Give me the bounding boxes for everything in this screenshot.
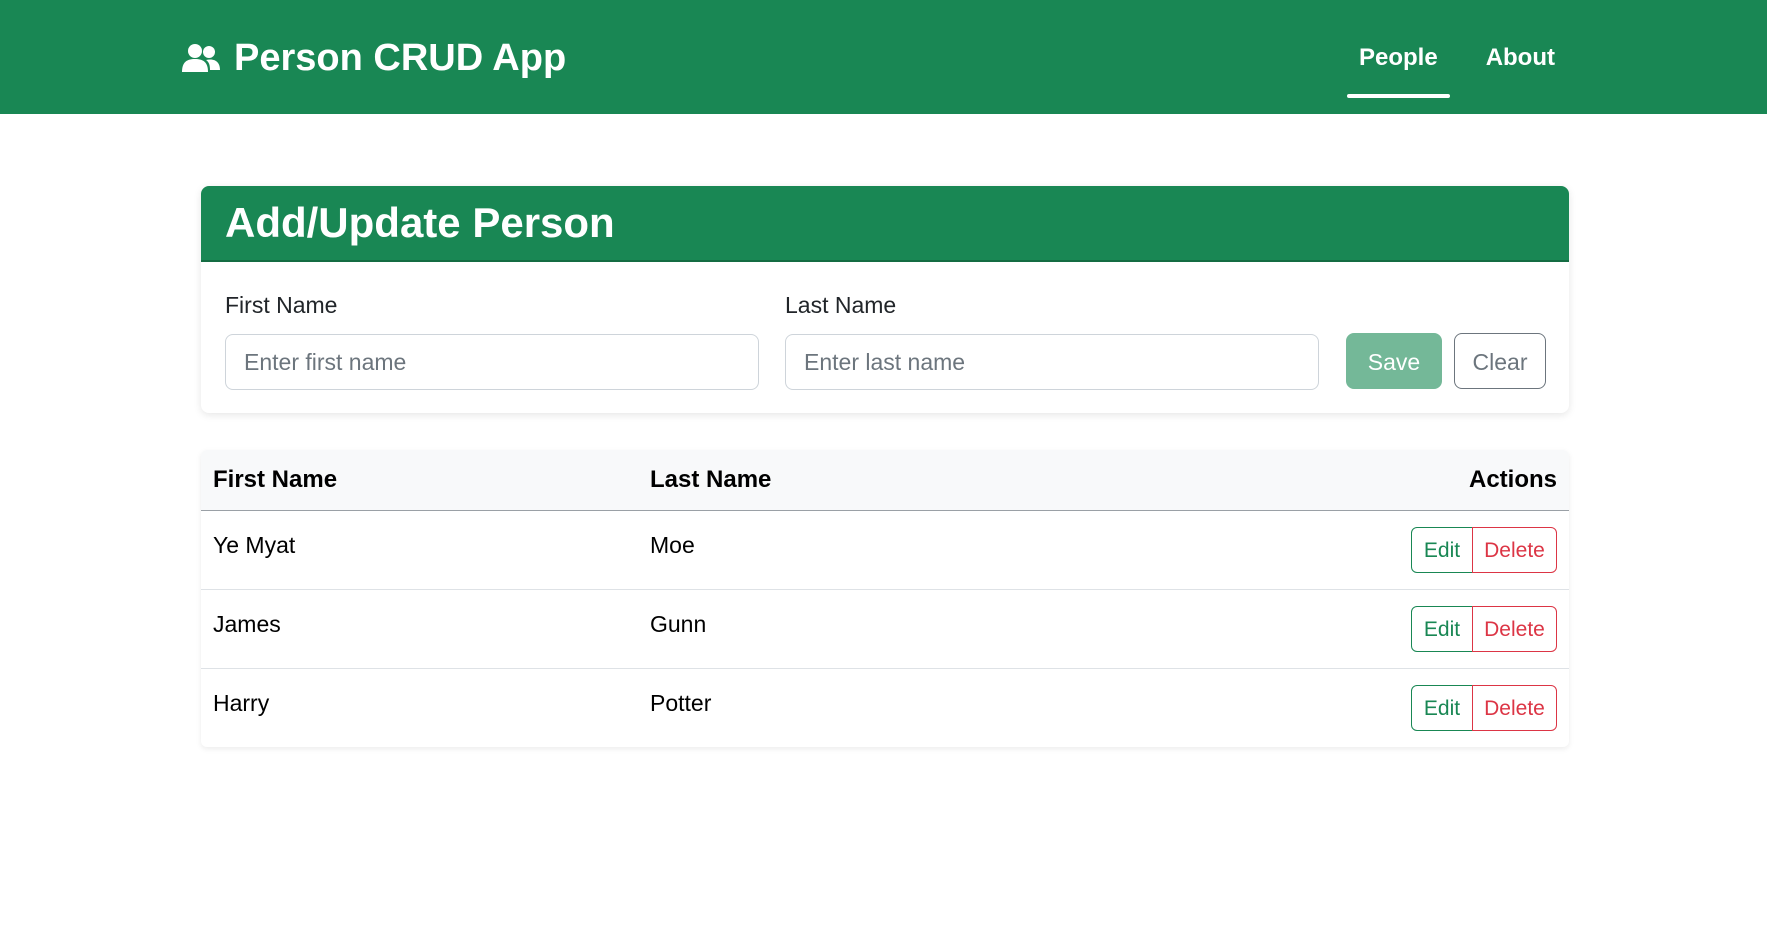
cell-first-name: James xyxy=(201,589,638,669)
nav-links: People About xyxy=(1323,38,1567,98)
navbar: Person CRUD App People About xyxy=(0,0,1767,114)
cell-first-name: Harry xyxy=(213,690,270,716)
header-first-name: First Name xyxy=(201,450,638,511)
nav-item-people[interactable]: People xyxy=(1346,38,1450,98)
last-name-field: Last Name xyxy=(785,290,1319,390)
people-table: First Name Last Name Actions Ye Myat Moe… xyxy=(201,450,1569,747)
brand[interactable]: Person CRUD App xyxy=(182,34,566,82)
header-last-name: Last Name xyxy=(638,450,1068,511)
table-row: Harry Potter Edit Delete xyxy=(201,668,1569,747)
nav-item-about[interactable]: About xyxy=(1474,38,1567,78)
table-row: James Gunn Edit Delete xyxy=(201,589,1569,669)
users-icon xyxy=(182,44,220,72)
cell-actions: Edit Delete xyxy=(1067,510,1569,590)
delete-button[interactable]: Delete xyxy=(1472,526,1557,573)
clear-button[interactable]: Clear xyxy=(1454,333,1546,389)
first-name-label: First Name xyxy=(225,292,338,318)
row-action-group: Edit Delete xyxy=(1411,684,1557,731)
table-header-row: First Name Last Name Actions xyxy=(201,450,1569,511)
last-name-input[interactable] xyxy=(785,334,1319,390)
brand-title: Person CRUD App xyxy=(234,37,567,79)
row-action-group: Edit Delete xyxy=(1411,526,1557,573)
cell-last-name: Potter xyxy=(650,690,712,716)
cell-actions: Edit Delete xyxy=(1067,668,1569,747)
first-name-input[interactable] xyxy=(225,334,759,390)
edit-button[interactable]: Edit xyxy=(1411,605,1473,652)
person-form-card: Add/Update Person First Name Last Name S… xyxy=(201,186,1569,413)
header-actions: Actions xyxy=(1067,450,1569,511)
delete-button[interactable]: Delete xyxy=(1472,605,1557,652)
delete-button[interactable]: Delete xyxy=(1472,684,1557,731)
cell-first-name: Ye Myat xyxy=(201,510,638,590)
edit-button[interactable]: Edit xyxy=(1411,684,1473,731)
cell-actions: Edit Delete xyxy=(1067,589,1569,669)
last-name-label: Last Name xyxy=(785,292,897,318)
form-title: Add/Update Person xyxy=(201,186,1569,262)
cell-last-name: Moe xyxy=(638,510,1068,590)
table-row: Ye Myat Moe Edit Delete xyxy=(201,510,1569,590)
cell-last-name: Gunn xyxy=(638,589,1068,669)
edit-button[interactable]: Edit xyxy=(1411,526,1473,573)
first-name-field: First Name xyxy=(225,290,759,390)
save-button[interactable]: Save xyxy=(1346,333,1442,389)
row-action-group: Edit Delete xyxy=(1411,605,1557,652)
